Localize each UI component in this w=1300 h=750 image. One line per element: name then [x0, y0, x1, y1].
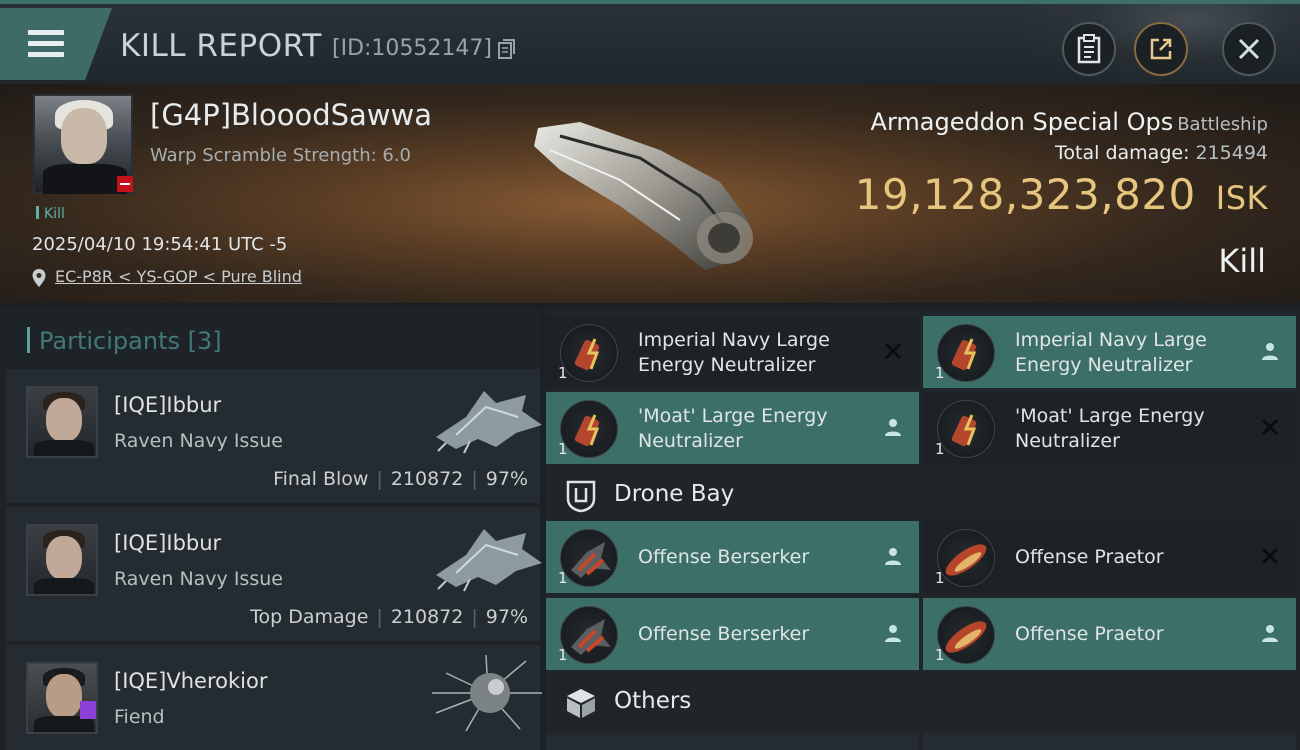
drone-bay-title: Drone Bay: [614, 481, 735, 507]
item-row-partial[interactable]: [546, 733, 919, 750]
raven-ship-image: [436, 529, 542, 592]
victim-name[interactable]: [G4P]BlooodSawwa: [150, 98, 432, 132]
item-row[interactable]: 1 Offense Praetor: [923, 598, 1296, 670]
item-qty: 1: [935, 364, 945, 382]
clipboard-button[interactable]: [1062, 22, 1116, 76]
item-row[interactable]: 1 Offense Berserker: [546, 598, 919, 670]
berserker-drone-icon: [560, 529, 618, 587]
victim-ship-image: [534, 122, 753, 270]
x-icon: [1261, 418, 1279, 436]
item-qty: 1: [558, 646, 568, 664]
person-icon: [885, 625, 901, 642]
item-name: Offense Praetor: [1015, 546, 1164, 568]
clipboard-icon: [1077, 34, 1101, 64]
total-damage: Total damage: 215494: [1055, 142, 1268, 164]
participant-stats: Top Damage | 210872 | 97%: [250, 606, 528, 628]
item-qty: 1: [558, 440, 568, 458]
standing-badge: [117, 176, 133, 192]
ship-class: Battleship: [1177, 114, 1268, 135]
others-title: Others: [614, 688, 692, 714]
item-row[interactable]: 1 'Moat' Large Energy Neutralizer: [546, 392, 919, 464]
x-icon: [884, 342, 902, 360]
result-label: Kill: [1218, 242, 1266, 280]
share-icon: [1150, 38, 1172, 60]
participant-ship: Raven Navy Issue: [114, 430, 283, 452]
item-qty: 1: [935, 440, 945, 458]
person-icon: [1262, 625, 1278, 642]
kill-tag: Kill: [36, 206, 65, 222]
item-name: Offense Berserker: [638, 546, 810, 568]
drone-bay-icon: [566, 480, 596, 513]
item-row[interactable]: 1 Offense Berserker: [546, 521, 919, 593]
praetor-drone-icon: [937, 529, 995, 587]
participant-name: [IQE]Ibbur: [114, 393, 222, 417]
participants-heading: Participants [3]: [27, 327, 222, 355]
hamburger-icon[interactable]: [28, 30, 64, 58]
victim-ship-name[interactable]: Armageddon Special Ops Battleship: [871, 108, 1268, 136]
energy-neutralizer-icon: [937, 400, 995, 458]
participant-ship: Raven Navy Issue: [114, 568, 283, 590]
participants-panel: Participants [3] [IQE]Ibbur Raven Navy I…: [0, 309, 542, 750]
menu-button[interactable]: [0, 8, 112, 80]
person-icon: [885, 419, 901, 436]
role-badge: [80, 701, 96, 719]
berserker-drone-icon: [560, 606, 618, 664]
avatar[interactable]: [26, 386, 98, 458]
item-qty: 1: [935, 569, 945, 587]
raven-ship-image: [436, 391, 542, 454]
page-title: KILL REPORT: [120, 28, 322, 64]
kill-datetime: 2025/04/10 19:54:41 UTC -5: [32, 234, 288, 255]
close-button[interactable]: [1222, 22, 1276, 76]
energy-neutralizer-icon: [560, 324, 618, 382]
energy-neutralizer-icon: [560, 400, 618, 458]
item-row-partial[interactable]: [923, 733, 1296, 750]
item-name: Offense Praetor: [1015, 623, 1164, 645]
share-button[interactable]: [1134, 22, 1188, 76]
others-header[interactable]: Others: [546, 674, 1300, 730]
energy-neutralizer-icon: [937, 324, 995, 382]
item-row[interactable]: 1 Offense Praetor: [923, 521, 1296, 593]
participant-name: [IQE]Ibbur: [114, 531, 222, 555]
participant-name: [IQE]Vherokior: [114, 669, 268, 693]
person-icon: [885, 548, 901, 565]
report-id: [ID:10552147]: [332, 36, 492, 61]
participant-row[interactable]: [IQE]Ibbur Raven Navy Issue Final Blow | 2…: [6, 369, 542, 503]
item-name: 'Moat' Large Energy Neutralizer: [1015, 405, 1205, 452]
item-name: 'Moat' Large Energy Neutralizer: [638, 405, 828, 452]
item-qty: 1: [558, 364, 568, 382]
top-bar: KILL REPORT [ID:10552147]: [0, 0, 1300, 88]
isk-value: 19,128,323,820 ISK: [854, 170, 1268, 219]
avatar[interactable]: [26, 524, 98, 596]
participant-stats: Final Blow | 210872 | 97%: [273, 468, 528, 490]
copy-icon[interactable]: [497, 38, 517, 60]
item-row[interactable]: 1 Imperial Navy Large Energy Neutralizer: [546, 316, 919, 388]
avatar[interactable]: [26, 662, 98, 734]
item-name: Offense Berserker: [638, 623, 810, 645]
person-icon: [1262, 343, 1278, 360]
kill-location-link[interactable]: EC-P8R < YS-GOP < Pure Blind: [55, 267, 302, 286]
drone-bay-header[interactable]: Drone Bay: [546, 467, 1300, 523]
x-icon: [1261, 547, 1279, 565]
item-qty: 1: [558, 569, 568, 587]
cube-icon: [567, 689, 595, 718]
item-qty: 1: [935, 646, 945, 664]
praetor-drone-icon: [937, 606, 995, 664]
participant-row[interactable]: [IQE]Ibbur Raven Navy Issue Top Damage | 2…: [6, 507, 542, 641]
item-row[interactable]: 1 'Moat' Large Energy Neutralizer: [923, 392, 1296, 464]
item-name: Imperial Navy Large Energy Neutralizer: [1015, 329, 1207, 376]
participant-row[interactable]: [IQE]Vherokior Fiend: [6, 645, 542, 750]
warp-scramble-strength: Warp Scramble Strength: 6.0: [150, 145, 412, 166]
fiend-ship-image: [432, 654, 542, 732]
items-panel: 1 Imperial Navy Large Energy Neutralizer…: [546, 309, 1300, 750]
item-name: Imperial Navy Large Energy Neutralizer: [638, 329, 830, 376]
location-pin-icon: [32, 269, 46, 287]
close-icon: [1238, 38, 1260, 60]
participant-ship: Fiend: [114, 706, 165, 728]
item-row[interactable]: 1 Imperial Navy Large Energy Neutralizer: [923, 316, 1296, 388]
